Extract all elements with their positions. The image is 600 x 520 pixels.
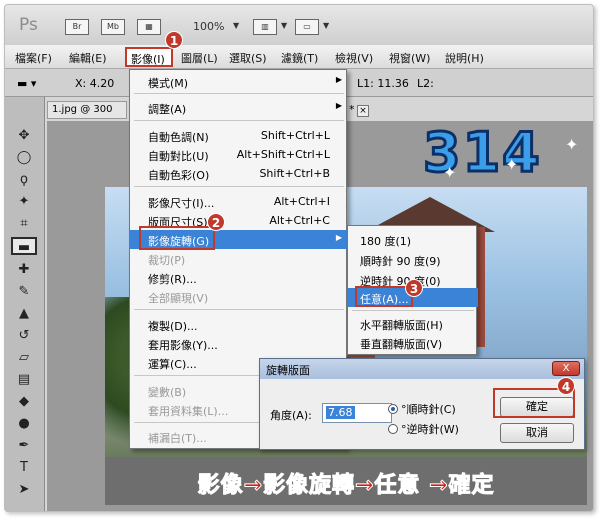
angle-input[interactable]: 7.68 <box>322 403 392 423</box>
radio-selected-icon <box>388 404 398 414</box>
screen-mode-icon[interactable]: ▭ <box>295 19 319 35</box>
x-readout: X: 4.20 <box>75 77 115 90</box>
menu-select[interactable]: 選取(S) <box>229 50 267 66</box>
menu-file[interactable]: 檔案(F) <box>15 50 52 66</box>
crop-tool-icon[interactable]: ⌗ <box>11 215 37 233</box>
menu-separator <box>352 310 474 311</box>
dodge-tool-icon[interactable]: ● <box>11 415 37 433</box>
step-badge-1: 1 <box>165 31 183 49</box>
menu-item-auto-contrast[interactable]: 自動對比(U) Alt+Shift+Ctrl+L <box>130 145 348 164</box>
radio-unselected-icon <box>388 424 398 434</box>
zoom-dropdown-icon[interactable]: ▼ <box>233 21 239 30</box>
menu-item-apply-image[interactable]: 套用影像(Y)... <box>130 334 348 353</box>
menu-item-duplicate[interactable]: 複製(D)... <box>130 315 348 334</box>
menu-separator <box>134 186 344 187</box>
menu-item-flip-vertical[interactable]: 垂直翻轉版面(V) <box>348 333 478 352</box>
menu-separator <box>134 120 344 121</box>
submenu-arrow-icon: ▶ <box>335 101 342 110</box>
lasso-tool-icon[interactable]: ϙ <box>11 171 37 189</box>
menu-item-adjustments[interactable]: 調整(A) ▶ <box>130 98 348 117</box>
menu-help[interactable]: 說明(H) <box>445 50 484 66</box>
arrange-icon[interactable]: ▥ <box>253 19 277 35</box>
menu-view[interactable]: 檢視(V) <box>335 50 373 66</box>
close-button[interactable]: X <box>552 361 580 376</box>
stamp-tool-icon[interactable]: ▲ <box>11 305 37 323</box>
ruler-tool-icon[interactable]: ▬ ▾ <box>17 77 36 90</box>
menu-layer[interactable]: 圖層(L) <box>181 50 218 66</box>
menu-edit[interactable]: 編輯(E) <box>69 50 107 66</box>
healing-brush-icon[interactable]: ✚ <box>11 261 37 279</box>
screenshot-frame: Ps Br Mb ▦ 100% ▼ ▥ ▼ ▭ ▼ 檔案(F) 編輯(E) 影像… <box>4 4 594 512</box>
brush-tool-icon[interactable]: ✎ <box>11 283 37 301</box>
sparkle-icon: ✦ <box>505 155 519 174</box>
menu-bar: 檔案(F) 編輯(E) 影像(I) 圖層(L) 選取(S) 濾鏡(T) 檢視(V… <box>5 45 593 69</box>
menu-image[interactable]: 影像(I) <box>125 47 173 67</box>
photoshop-logo: Ps <box>19 15 38 35</box>
magic-wand-tool-icon[interactable]: ✦ <box>11 193 37 211</box>
menu-item-image-size[interactable]: 影像尺寸(I)... Alt+Ctrl+I <box>130 192 348 211</box>
film-icon[interactable]: ▦ <box>137 19 161 35</box>
type-tool-icon[interactable]: T <box>11 459 37 477</box>
document-tab[interactable]: 1.jpg @ 300 <box>47 101 127 119</box>
angle-label: 角度(A): <box>270 409 312 422</box>
annotation-box-rotation <box>139 226 215 250</box>
document-tab-modified: * <box>349 103 355 116</box>
menu-item-rotate-180[interactable]: 180 度(1) <box>348 230 478 249</box>
menu-filter[interactable]: 濾鏡(T) <box>281 50 318 66</box>
menu-separator <box>134 93 344 94</box>
bridge-icon[interactable]: Br <box>65 19 89 35</box>
sparkle-icon: ✦ <box>565 135 579 154</box>
menu-item-mode[interactable]: 模式(M) ▶ <box>130 72 348 91</box>
menu-item-auto-color[interactable]: 自動色彩(O) Shift+Ctrl+B <box>130 164 348 183</box>
menu-separator <box>134 309 344 310</box>
l1-readout: L1: 11.36 <box>357 77 409 90</box>
app-title-bar: Ps Br Mb ▦ 100% ▼ ▥ ▼ ▭ ▼ <box>5 5 593 45</box>
tools-panel: ✥ ◯ ϙ ✦ ⌗ ▬ ✚ ✎ ▲ ↺ ▱ ▤ ◆ ● ✒ T ➤ <box>5 97 45 511</box>
menu-item-crop: 裁切(P) <box>148 254 186 267</box>
path-select-icon[interactable]: ➤ <box>11 481 37 499</box>
pen-tool-icon[interactable]: ✒ <box>11 437 37 455</box>
blur-tool-icon[interactable]: ◆ <box>11 393 37 411</box>
counterclockwise-radio[interactable]: °逆時針(W) <box>388 421 459 437</box>
eraser-tool-icon[interactable]: ▱ <box>11 349 37 367</box>
move-tool-icon[interactable]: ✥ <box>11 127 37 145</box>
marquee-tool-icon[interactable]: ◯ <box>11 149 37 167</box>
menu-item-auto-tone[interactable]: 自動色調(N) Shift+Ctrl+L <box>130 126 348 145</box>
clockwise-radio[interactable]: °順時針(C) <box>388 401 456 417</box>
menu-item-reveal-all: 全部顯現(V) <box>148 292 209 305</box>
submenu-arrow-icon: ▶ <box>335 75 342 84</box>
brand-logo-314: 314 <box>422 120 542 186</box>
gradient-tool-icon[interactable]: ▤ <box>11 371 37 389</box>
mini-bridge-icon[interactable]: Mb <box>101 19 125 35</box>
dialog-title: 旋轉版面 <box>260 359 584 379</box>
step-badge-2: 2 <box>207 213 225 231</box>
menu-window[interactable]: 視窗(W) <box>389 50 430 66</box>
sparkle-icon: ✦ <box>443 163 457 182</box>
cancel-button[interactable]: 取消 <box>500 423 574 443</box>
menu-item-rotate-cw-90[interactable]: 順時針 90 度(9) <box>348 250 478 269</box>
step-badge-4: 4 <box>557 377 575 395</box>
arrange-dropdown-icon[interactable]: ▼ <box>281 21 287 30</box>
close-icon[interactable]: × <box>357 105 369 117</box>
submenu-arrow-icon: ▶ <box>335 233 342 242</box>
history-brush-icon[interactable]: ↺ <box>11 327 37 345</box>
instruction-caption: 影像→影像旋轉→任意 →確定 <box>197 473 495 499</box>
zoom-level[interactable]: 100% <box>193 20 224 33</box>
menu-item-trim[interactable]: 修剪(R)... <box>130 268 348 287</box>
ruler-tool-icon[interactable]: ▬ <box>11 237 37 255</box>
step-badge-3: 3 <box>405 279 423 297</box>
menu-item-flip-horizontal[interactable]: 水平翻轉版面(H) <box>348 314 478 333</box>
l2-readout: L2: <box>417 77 434 90</box>
screen-mode-dropdown-icon[interactable]: ▼ <box>323 21 329 30</box>
